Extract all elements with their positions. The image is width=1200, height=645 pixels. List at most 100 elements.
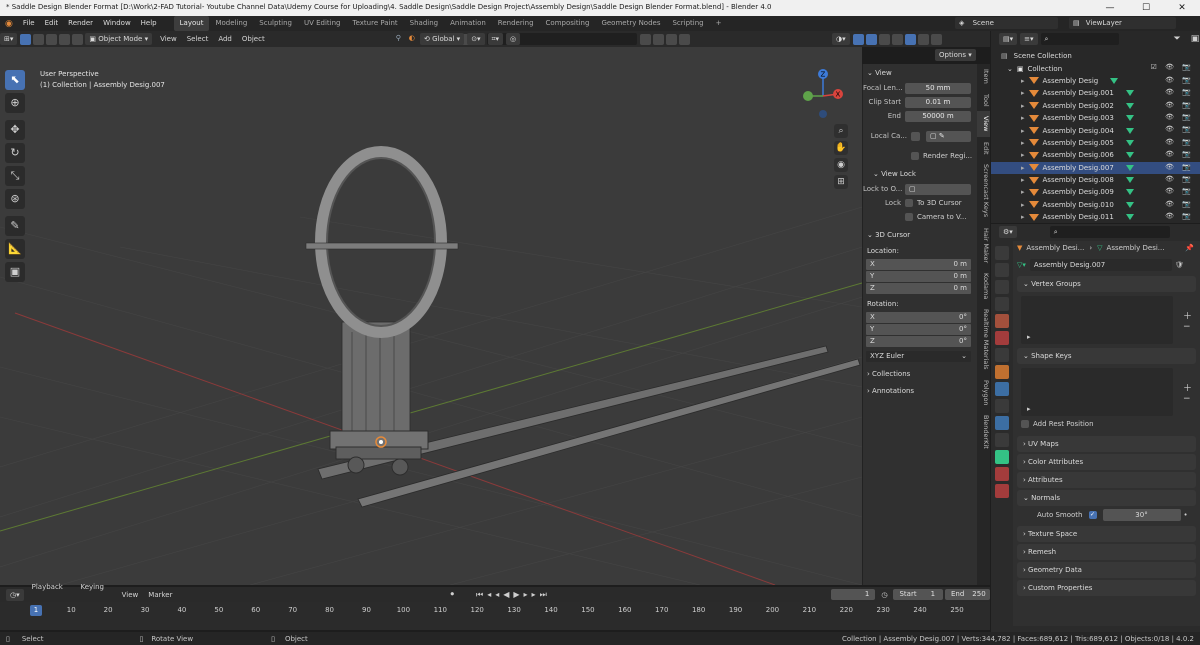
minimize-icon[interactable]: — [1092, 0, 1128, 16]
visibility-icons[interactable]: 👁 📷 [1165, 150, 1194, 158]
outliner-type-button[interactable]: ▤▾ [999, 32, 1018, 45]
collections-section-header[interactable]: › Collections [863, 368, 977, 381]
cursor-location-y-field[interactable]: Y 0 m [866, 271, 971, 282]
tab-sculpting[interactable]: Sculpting [253, 16, 298, 31]
output-properties-icon[interactable] [995, 280, 1009, 294]
tab-modeling[interactable]: Modeling [209, 16, 253, 31]
remesh-panel-header[interactable]: › Remesh [1017, 544, 1196, 560]
3d-cursor-section-header[interactable]: ⌄ 3D Cursor [863, 229, 977, 242]
menu-help[interactable]: Help [136, 16, 162, 31]
outliner-item[interactable]: ▸ Assembly Desig.009 👁 📷 [991, 186, 1200, 198]
rotation-mode-dropdown[interactable]: XYZ Euler ⌄ [866, 351, 971, 362]
vertex-groups-panel-header[interactable]: ⌄ Vertex Groups [1017, 276, 1196, 292]
expand-icon[interactable]: ▸ [991, 102, 1025, 110]
uv-maps-panel-header[interactable]: › UV Maps [1017, 436, 1196, 452]
render-properties-icon[interactable] [995, 263, 1009, 277]
color-icon[interactable]: ◐ [408, 33, 420, 45]
material-shading-icon[interactable] [917, 33, 929, 45]
tab-realtime-materials[interactable]: Realtime Materials [977, 304, 990, 375]
expand-icon[interactable]: ▸ [991, 77, 1025, 85]
check-icon[interactable] [678, 33, 690, 45]
gizmo-icon[interactable] [852, 33, 864, 45]
outliner-item[interactable]: ▸ Assembly Desig.011 👁 📷 [991, 211, 1200, 223]
collection-row[interactable]: ⌄ ▣ Collection ☑ 👁 📷 [991, 62, 1200, 74]
expand-icon[interactable]: ▸ [991, 139, 1025, 147]
auto-smooth-angle-field[interactable]: 30° [1102, 509, 1181, 521]
transform-orientation-dropdown[interactable]: ⟲ Global ▾ [420, 33, 465, 45]
object-mode-dropdown[interactable]: ▣ Object Mode ▾ [85, 33, 153, 45]
wireframe-shading-icon[interactable] [891, 33, 903, 45]
select-intersect-icon[interactable] [72, 33, 84, 45]
pin-icon[interactable]: 📌 [1185, 244, 1194, 252]
geometry-data-panel-header[interactable]: › Geometry Data [1017, 562, 1196, 578]
tab-view[interactable]: View [977, 111, 990, 137]
tab-shading[interactable]: Shading [404, 16, 444, 31]
timeline[interactable]: 1102030405060708090100110120130140150160… [0, 602, 990, 630]
texture-properties-icon[interactable] [995, 484, 1009, 498]
view-section-header[interactable]: ⌄ View [863, 67, 977, 80]
paste-icon[interactable] [652, 33, 664, 45]
timeline-type-button[interactable]: ◷▾ [6, 588, 24, 601]
ortho-grid-icon[interactable]: ⊞ [834, 175, 848, 189]
visibility-icons[interactable]: 👁 📷 [1165, 76, 1194, 84]
scene-properties-icon[interactable] [995, 314, 1009, 328]
outliner-search-input[interactable]: ⌕ [1040, 32, 1119, 45]
record-icon[interactable]: ⏺ [451, 590, 455, 599]
close-icon[interactable]: ✕ [1164, 0, 1200, 16]
view-lock-section-header[interactable]: ⌄ View Lock [863, 168, 977, 181]
view-layer-properties-icon[interactable] [995, 297, 1009, 311]
visibility-icons[interactable]: 👁 📷 [1165, 138, 1194, 146]
tab-polygon[interactable]: Polygon [977, 375, 990, 411]
visibility-icons[interactable]: 👁 📷 [1165, 125, 1194, 133]
world-properties-icon[interactable] [995, 331, 1009, 345]
clock-icon[interactable]: ◷ [881, 591, 887, 599]
visibility-icons[interactable]: 👁 📷 [1165, 88, 1194, 96]
3d-viewport[interactable] [0, 47, 862, 585]
scene-collection-row[interactable]: ▤ Scene Collection [991, 50, 1200, 62]
tab-item[interactable]: Item [977, 64, 990, 89]
menu-view[interactable]: View [155, 31, 182, 47]
outliner-item[interactable]: ▸ Assembly Desig.003 👁 📷 [991, 112, 1200, 124]
material-properties-icon[interactable] [995, 467, 1009, 481]
visibility-icons[interactable]: 👁 📷 [1165, 200, 1194, 208]
particles-properties-icon[interactable] [995, 399, 1009, 413]
playback-controls[interactable]: ⏮◂◂◀▶▸▸⏭ [476, 590, 551, 600]
zoom-icon[interactable]: ⌕ [834, 124, 848, 138]
copy-icon[interactable] [639, 33, 651, 45]
expand-icon[interactable]: ▸ [991, 114, 1025, 122]
tab-blenderkit[interactable]: BlenderKit [977, 410, 990, 454]
constraints-properties-icon[interactable] [995, 433, 1009, 447]
local-camera-checkbox[interactable] [911, 131, 920, 141]
rotate-tool-icon[interactable]: ↻ [5, 143, 25, 163]
remove-vertex-group-icon[interactable]: − [1183, 322, 1192, 332]
pivot-icon[interactable]: ⊙▾ [467, 33, 485, 45]
maximize-icon[interactable]: ☐ [1128, 0, 1164, 16]
add-workspace-button[interactable]: + [710, 16, 728, 31]
cursor-location-z-field[interactable]: Z 0 m [866, 283, 971, 294]
xray-icon[interactable] [878, 33, 890, 45]
editor-type-button[interactable]: ⊞▾ [0, 33, 18, 45]
solid-shading-icon[interactable] [904, 33, 916, 45]
cursor-location-x-field[interactable]: X 0 m [866, 259, 971, 270]
clip-start-field[interactable]: 0.01 m [905, 96, 971, 108]
expand-icon[interactable]: ▸ [991, 176, 1025, 184]
layer-filter-icon[interactable]: ⚲ [395, 33, 407, 45]
focal-length-field[interactable]: 50 mm [905, 82, 971, 94]
physics-properties-icon[interactable] [995, 416, 1009, 430]
lock-to-object-field[interactable]: ▢ [905, 183, 971, 195]
add-shape-key-icon[interactable]: ＋ [1183, 381, 1192, 394]
menu-select[interactable]: Select [182, 31, 214, 47]
visibility-icon[interactable]: ◑▾ [832, 33, 850, 45]
render-region-checkbox[interactable] [911, 152, 919, 160]
cursor-rotation-z-field[interactable]: Z 0° [866, 336, 971, 347]
outliner-item[interactable]: ▸ Assembly Desig.010 👁 📷 [991, 199, 1200, 211]
filter-icon[interactable] [665, 33, 677, 45]
color-attributes-panel-header[interactable]: › Color Attributes [1017, 454, 1196, 470]
outliner-filter-icon[interactable]: ⏷ [1174, 34, 1181, 44]
lock-to-cursor-checkbox[interactable] [905, 199, 913, 207]
blender-logo-icon[interactable]: ◉ [0, 19, 18, 29]
add-rest-checkbox[interactable] [1021, 420, 1029, 428]
expand-icon[interactable]: ▸ [991, 89, 1025, 97]
animate-property-icon[interactable]: • [1184, 511, 1188, 519]
texture-space-panel-header[interactable]: › Texture Space [1017, 526, 1196, 542]
